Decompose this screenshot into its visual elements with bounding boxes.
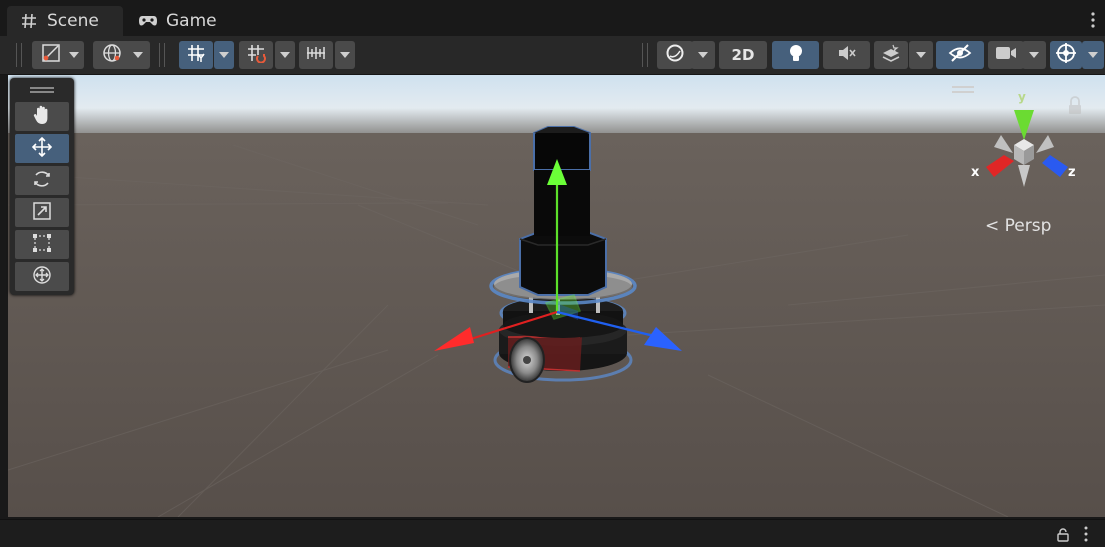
- speaker-muted-icon: [837, 43, 857, 67]
- globe-icon: [102, 43, 122, 67]
- gizmos-dropdown[interactable]: [1082, 41, 1104, 69]
- chevron-down-icon: [1029, 52, 1039, 58]
- grid-snapping-dropdown[interactable]: [275, 41, 295, 69]
- scene-visibility-button[interactable]: [936, 41, 984, 69]
- rect-transform-icon: [31, 232, 53, 258]
- hand-tool-button[interactable]: [15, 102, 69, 131]
- axis-label-y: y: [1018, 90, 1026, 104]
- move-tool-button[interactable]: [15, 134, 69, 163]
- hash-icon: [19, 11, 39, 31]
- camera-icon: [995, 45, 1017, 65]
- chevron-down-icon: [133, 52, 143, 58]
- scene-viewport[interactable]: [8, 75, 1105, 517]
- move-arrows-icon: [31, 136, 53, 162]
- tab-game-label: Game: [166, 11, 217, 31]
- chevron-down-icon: [1088, 52, 1098, 58]
- scale-tool-button[interactable]: [15, 198, 69, 227]
- ruler-icon: [305, 43, 327, 67]
- layers-effects-icon: [881, 43, 901, 67]
- increment-snapping-dropdown[interactable]: [335, 41, 355, 69]
- transform-tool-button[interactable]: [15, 262, 69, 291]
- chevron-down-icon: [916, 52, 926, 58]
- tab-game[interactable]: Game: [126, 6, 236, 36]
- rotate-tool-button[interactable]: [15, 166, 69, 195]
- hand-icon: [32, 104, 52, 130]
- draw-mode-dropdown[interactable]: [64, 41, 84, 69]
- chevron-down-icon: [219, 52, 229, 58]
- view-options-button[interactable]: [657, 41, 693, 69]
- scene-canvas: [8, 75, 1105, 517]
- camera-settings-button[interactable]: [988, 41, 1024, 69]
- increment-snapping-button[interactable]: [299, 41, 333, 69]
- chevron-down-icon: [69, 52, 79, 58]
- audio-toggle-button[interactable]: [823, 41, 870, 69]
- tab-scene[interactable]: Scene: [7, 6, 123, 36]
- effects-dropdown[interactable]: [909, 41, 933, 69]
- toolbar-grip[interactable]: [159, 43, 165, 67]
- bottom-bar: [0, 519, 1105, 547]
- tab-scene-label: Scene: [47, 11, 99, 31]
- snap-magnet-icon: [246, 43, 266, 67]
- lighting-toggle-button[interactable]: [772, 41, 819, 69]
- rotate-icon: [31, 168, 53, 194]
- grid-visibility-dropdown[interactable]: [214, 41, 234, 69]
- lock-icon[interactable]: [1056, 527, 1070, 546]
- toolbar-grip[interactable]: [642, 43, 648, 67]
- projection-toggle[interactable]: < Persp: [985, 216, 1051, 236]
- shaded-mode-icon: [41, 43, 61, 67]
- grid-icon: [186, 43, 206, 67]
- effects-button[interactable]: [874, 41, 908, 69]
- more-options-icon[interactable]: [1084, 526, 1088, 546]
- grid-snapping-button[interactable]: [239, 41, 273, 69]
- eye-hidden-icon: [948, 43, 972, 67]
- chevron-down-icon: [698, 52, 708, 58]
- toolbar-grip[interactable]: [16, 43, 22, 67]
- palette-drag-handle[interactable]: [30, 87, 54, 93]
- chevron-down-icon: [340, 52, 350, 58]
- render-options-dropdown[interactable]: [126, 41, 150, 69]
- scale-icon: [31, 200, 53, 226]
- axis-label-x: x: [971, 165, 980, 180]
- scene-toolbar: 2D: [0, 36, 1105, 75]
- axis-label-z: z: [1068, 165, 1076, 180]
- light-bulb-icon: [787, 43, 805, 67]
- tool-palette: [10, 78, 74, 295]
- camera-settings-dropdown[interactable]: [1022, 41, 1046, 69]
- gamepad-icon: [138, 11, 158, 31]
- view-options-dropdown[interactable]: [691, 41, 715, 69]
- more-options-icon[interactable]: [1091, 12, 1095, 32]
- rect-tool-button[interactable]: [15, 230, 69, 259]
- sphere-icon: [665, 43, 685, 67]
- gizmos-button[interactable]: [1050, 41, 1082, 69]
- chevron-down-icon: [280, 52, 290, 58]
- grid-visibility-button[interactable]: [179, 41, 213, 69]
- gizmo-globe-icon: [1055, 42, 1077, 68]
- transform-icon: [31, 264, 53, 290]
- tab-bar: Scene Game: [0, 0, 1105, 36]
- toggle-2d-button[interactable]: 2D: [719, 41, 767, 69]
